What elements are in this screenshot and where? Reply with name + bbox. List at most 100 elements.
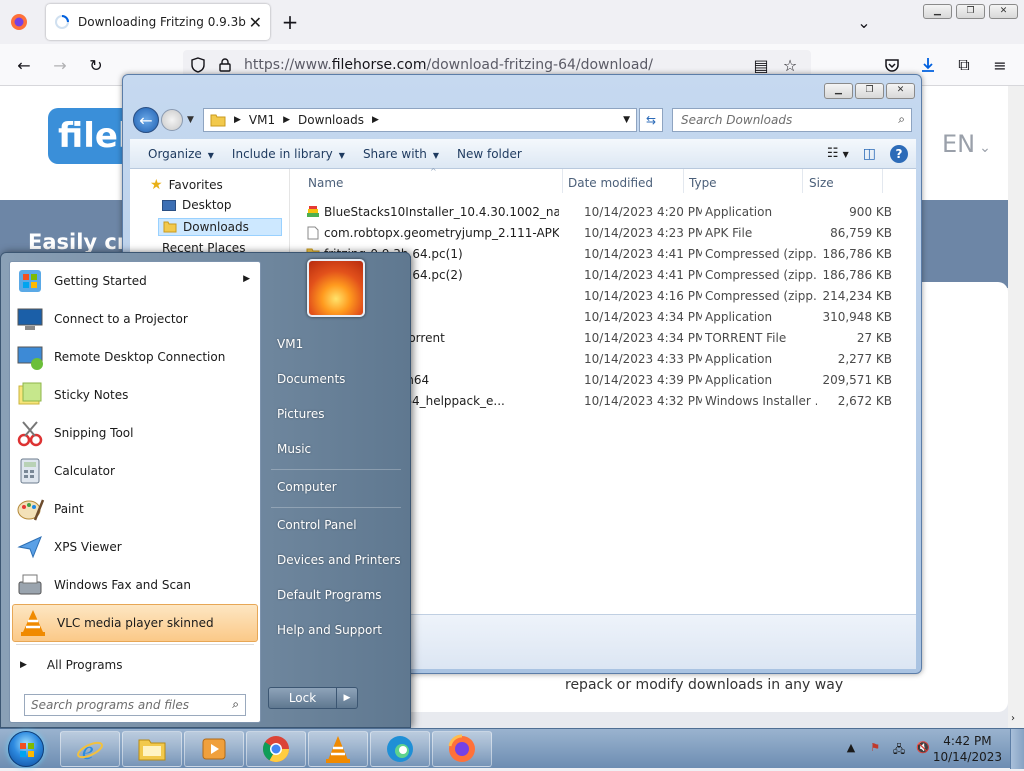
action-center-flag-icon[interactable]: ⚑ xyxy=(868,741,882,755)
start-right-default-programs[interactable]: Default Programs xyxy=(277,588,382,602)
column-divider[interactable] xyxy=(562,169,563,193)
maximize-button[interactable]: ❐ xyxy=(956,4,985,19)
all-programs-button[interactable]: ▶ All Programs xyxy=(20,658,123,672)
history-dropdown-icon[interactable]: ▼ xyxy=(187,115,194,125)
explorer-close-button[interactable]: ✕ xyxy=(886,83,915,99)
reload-icon[interactable]: ↻ xyxy=(86,55,106,75)
firefox-menu-icon[interactable] xyxy=(9,12,29,32)
explorer-maximize-button[interactable]: ❐ xyxy=(855,83,884,99)
scroll-down-icon[interactable]: › xyxy=(1011,713,1015,724)
help-icon[interactable]: ? xyxy=(890,144,908,163)
column-date-modified[interactable]: Date modified xyxy=(568,176,653,190)
lock-button[interactable]: Lock xyxy=(269,688,337,708)
taskbar-internet-explorer[interactable]: e xyxy=(60,731,120,767)
preview-pane-icon[interactable]: ◫ xyxy=(863,146,876,162)
snipping-tool-icon xyxy=(14,417,46,449)
file-date-modified: 10/14/2023 4:41 PM xyxy=(584,247,702,261)
lock-icon[interactable] xyxy=(215,55,235,75)
breadcrumb-vm1[interactable]: VM1 xyxy=(249,113,275,127)
file-size: 186,786 KB xyxy=(822,268,892,282)
close-button[interactable]: ✕ xyxy=(989,4,1018,19)
taskbar-firefox[interactable] xyxy=(432,731,492,767)
column-name[interactable]: Name xyxy=(308,176,343,190)
start-right-computer[interactable]: Computer xyxy=(277,480,337,494)
back-icon[interactable]: ← xyxy=(14,55,34,75)
nav-favorites[interactable]: ★ Favorites xyxy=(150,177,223,193)
start-right-vm1[interactable]: VM1 xyxy=(277,337,303,351)
new-tab-button[interactable]: + xyxy=(280,10,300,34)
clock[interactable]: 4:42 PM 10/14/2023 xyxy=(933,733,1002,765)
show-desktop-button[interactable] xyxy=(1010,729,1024,769)
extensions-icon[interactable]: ⧉ xyxy=(954,55,974,75)
taskbar-edge[interactable] xyxy=(370,731,430,767)
start-item-calculator[interactable]: Calculator xyxy=(10,452,260,490)
page-scrollbar[interactable]: › xyxy=(1008,86,1024,728)
address-dropdown-icon[interactable]: ▼ xyxy=(623,115,630,125)
start-right-divider xyxy=(271,469,401,470)
forward-icon[interactable]: → xyxy=(50,55,70,75)
bookmark-star-icon[interactable]: ☆ xyxy=(780,55,800,75)
file-row[interactable]: BlueStacks10Installer_10.4.30.1002_nativ… xyxy=(306,201,932,222)
nav-downloads[interactable]: Downloads xyxy=(158,218,282,236)
column-divider[interactable] xyxy=(882,169,883,193)
breadcrumb-downloads[interactable]: Downloads xyxy=(298,113,364,127)
search-downloads-input[interactable]: Search Downloads ⌕ xyxy=(672,108,912,132)
start-item-connect-to-a-projector[interactable]: Connect to a Projector xyxy=(10,300,260,338)
file-row[interactable]: com.robtopx.geometryjump_2.111-APK_... 10… xyxy=(306,222,932,243)
column-size[interactable]: Size xyxy=(809,176,834,190)
start-right-devices-and-printers[interactable]: Devices and Printers xyxy=(277,553,401,567)
list-all-tabs-icon[interactable]: ⌄ xyxy=(854,12,874,32)
start-right-pictures[interactable]: Pictures xyxy=(277,407,325,421)
organize-button[interactable]: Organize ▼ xyxy=(148,147,214,161)
language-selector[interactable]: EN ⌄ xyxy=(942,130,991,158)
taskbar-chrome[interactable] xyxy=(246,731,306,767)
show-hidden-icons-icon[interactable]: ▲ xyxy=(844,741,858,755)
start-right-control-panel[interactable]: Control Panel xyxy=(277,518,357,532)
column-type[interactable]: Type xyxy=(689,176,717,190)
user-picture[interactable] xyxy=(307,259,365,317)
start-item-vlc-media-player-skinned[interactable]: VLC media player skinned xyxy=(12,604,258,642)
taskbar-file-explorer[interactable] xyxy=(122,731,182,767)
search-icon[interactable]: ⌕ xyxy=(232,697,239,712)
nav-desktop[interactable]: Desktop xyxy=(162,198,232,212)
all-programs-arrow-icon: ▶ xyxy=(20,660,27,670)
start-button[interactable] xyxy=(4,729,48,769)
start-item-snipping-tool[interactable]: Snipping Tool xyxy=(10,414,260,452)
network-icon[interactable]: 🖧 xyxy=(892,741,906,756)
start-item-remote-desktop-connection[interactable]: Remote Desktop Connection xyxy=(10,338,260,376)
pocket-icon[interactable] xyxy=(882,55,902,75)
start-item-sticky-notes[interactable]: Sticky Notes xyxy=(10,376,260,414)
downloads-icon[interactable] xyxy=(918,55,938,75)
tab-close-icon[interactable]: ✕ xyxy=(249,13,262,32)
volume-muted-icon[interactable]: 🔇 xyxy=(916,741,930,755)
address-bar[interactable]: ▶ VM1 ▶ Downloads ▶ ▼ xyxy=(203,108,637,132)
minimize-button[interactable]: ▁ xyxy=(923,4,952,19)
search-programs-input[interactable]: Search programs and files ⌕ xyxy=(24,694,246,716)
start-right-documents[interactable]: Documents xyxy=(277,372,345,386)
url-text[interactable]: https://www.filehorse.com/download-fritz… xyxy=(244,57,653,73)
column-divider[interactable] xyxy=(802,169,803,193)
column-divider[interactable] xyxy=(683,169,684,193)
reader-view-icon[interactable]: ▤ xyxy=(751,55,771,75)
tracking-protection-icon[interactable] xyxy=(188,55,208,75)
app-menu-icon[interactable]: ≡ xyxy=(990,55,1010,75)
refresh-button[interactable]: ⇆ xyxy=(639,108,663,132)
taskbar-media-player[interactable] xyxy=(184,731,244,767)
search-icon[interactable]: ⌕ xyxy=(898,112,905,127)
share-with-button[interactable]: Share with ▼ xyxy=(363,147,439,161)
change-view-icon[interactable]: ☷ ▼ xyxy=(827,146,849,161)
start-right-help-and-support[interactable]: Help and Support xyxy=(277,623,382,637)
explorer-minimize-button[interactable]: ▁ xyxy=(824,83,853,99)
start-item-xps-viewer[interactable]: XPS Viewer xyxy=(10,528,260,566)
start-item-getting-started[interactable]: Getting Started ▶ xyxy=(10,262,260,300)
browser-tab-active[interactable]: Downloading Fritzing 0.9.3b (64-bit) ✕ xyxy=(46,4,270,40)
new-folder-button[interactable]: New folder xyxy=(457,147,522,161)
start-item-paint[interactable]: Paint xyxy=(10,490,260,528)
taskbar-vlc[interactable] xyxy=(308,731,368,767)
forward-button[interactable] xyxy=(161,109,183,131)
include-in-library-button[interactable]: Include in library ▼ xyxy=(232,147,345,161)
back-button[interactable]: ← xyxy=(133,107,159,133)
start-right-music[interactable]: Music xyxy=(277,442,311,456)
start-item-windows-fax-and-scan[interactable]: Windows Fax and Scan xyxy=(10,566,260,604)
shutdown-options-icon[interactable]: ▶ xyxy=(337,688,357,708)
